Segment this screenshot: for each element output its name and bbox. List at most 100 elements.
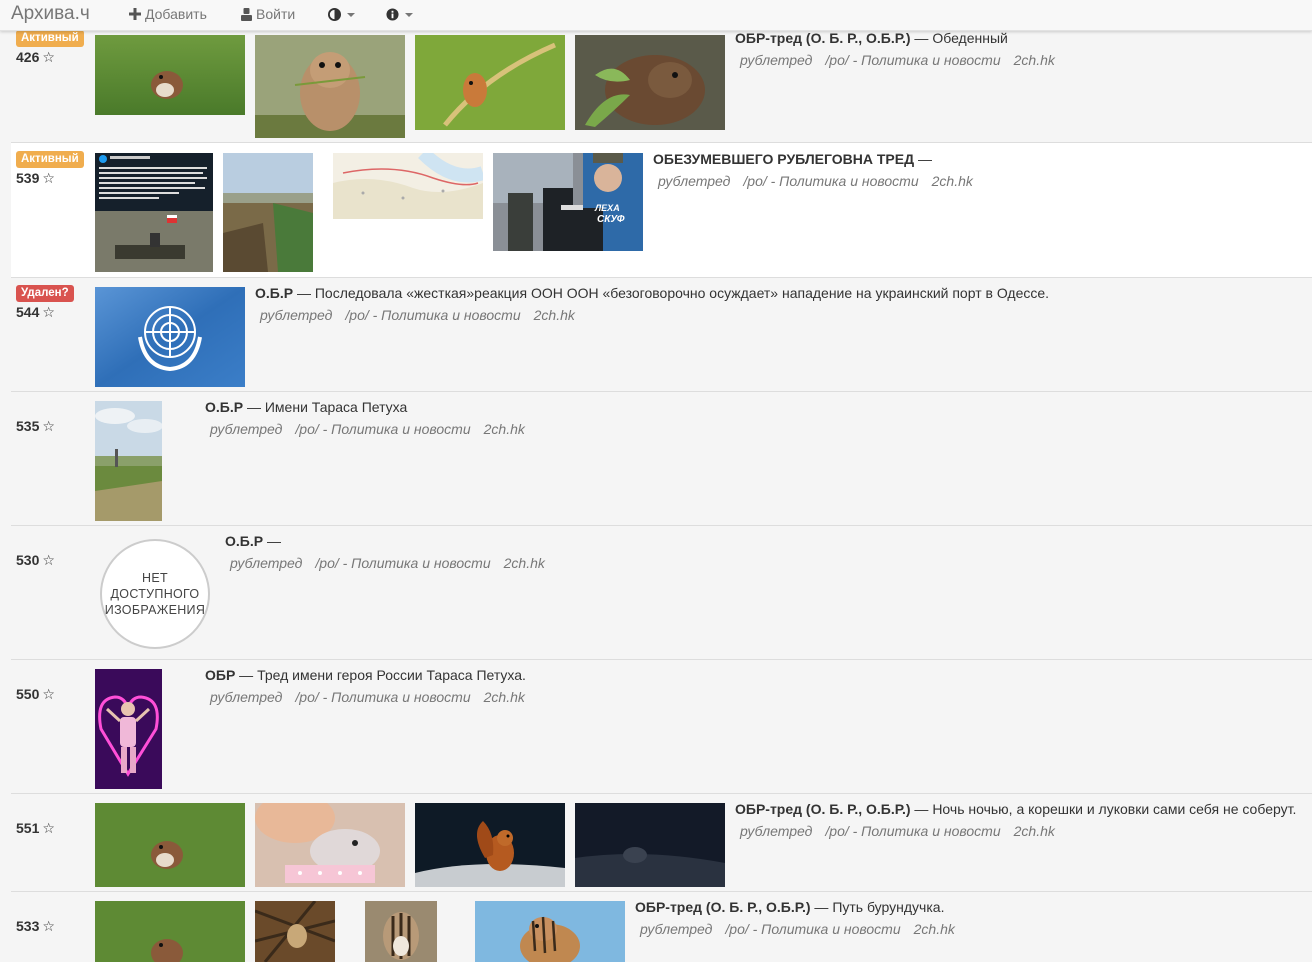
add-button-label: Добавить <box>145 6 207 22</box>
thread-score: 535 ☆ <box>16 418 55 434</box>
star-icon: ☆ <box>42 686 55 702</box>
site-link[interactable]: 2ch.hk <box>484 689 525 705</box>
site-link[interactable]: 2ch.hk <box>1014 52 1055 68</box>
no-image-placeholder: НЕТ ДОСТУПНОГО ИЗОБРАЖЕНИЯ <box>100 539 210 649</box>
thread-title[interactable]: О.Б.Р — <box>225 533 281 549</box>
top-navbar: Архива.ч Добавить Войти <box>0 0 1312 31</box>
thumbnail-chipmunk-on-rock[interactable] <box>475 901 625 962</box>
thread-score: 530 ☆ <box>16 552 55 568</box>
chevron-down-icon <box>347 12 355 17</box>
thread-title[interactable]: О.Б.Р — Имени Тараса Петуха <box>205 399 407 415</box>
thumbnail-soldiers-poster[interactable]: ЛЕХА СКУФ <box>493 153 643 251</box>
thread-tags: рублетред/po/ - Политика и новости 2ch.hk <box>210 689 538 705</box>
contrast-icon <box>328 8 341 21</box>
thread-row[interactable]: 533 ☆ ОБР-тред (О. Б. Р., О.Б.Р.) — Путь … <box>11 892 1312 962</box>
svg-text:СКУФ: СКУФ <box>597 214 625 225</box>
status-badge: Удален? <box>16 285 74 302</box>
site-link[interactable]: 2ch.hk <box>534 307 575 323</box>
tag-link[interactable]: рублетред <box>230 555 302 571</box>
thread-tags: рублетред/po/ - Политика и новости 2ch.hk <box>658 173 986 189</box>
site-link[interactable]: 2ch.hk <box>932 173 973 189</box>
thumbnail-news-tweet-screenshot[interactable] <box>95 153 213 272</box>
thread-title[interactable]: ОБР-тред (О. Б. Р., О.Б.Р.) — Путь бурун… <box>635 899 944 915</box>
star-icon: ☆ <box>42 418 55 434</box>
board-link[interactable]: /po/ - Политика и новости <box>725 921 900 937</box>
thumbnail-hamster-in-hand[interactable] <box>255 803 405 887</box>
site-link[interactable]: 2ch.hk <box>914 921 955 937</box>
thumbnail-squirrel-at-night[interactable] <box>415 803 565 887</box>
thread-title[interactable]: ОБР-тред (О. Б. Р., О.Б.Р.) — Обеденный <box>735 30 1008 46</box>
info-icon <box>386 8 399 21</box>
thumbnail-hamster-on-grass[interactable] <box>95 35 245 115</box>
thread-tags: рублетред/po/ - Политика и новости 2ch.hk <box>640 921 968 937</box>
thumbnail-village-garden[interactable] <box>223 153 313 272</box>
board-link[interactable]: /po/ - Политика и новости <box>825 52 1000 68</box>
thread-row[interactable]: 550 ☆ ОБР — Тред имени героя России Тарас… <box>11 660 1312 794</box>
tag-link[interactable]: рублетред <box>640 921 712 937</box>
board-link[interactable]: /po/ - Политика и новости <box>315 555 490 571</box>
tag-link[interactable]: рублетред <box>740 823 812 839</box>
user-icon <box>241 7 252 21</box>
thread-tags: рублетред/po/ - Политика и новости 2ch.hk <box>210 421 538 437</box>
tag-link[interactable]: рублетред <box>210 421 282 437</box>
info-dropdown[interactable] <box>386 8 413 21</box>
board-link[interactable]: /po/ - Политика и новости <box>345 307 520 323</box>
thread-row[interactable]: Удален? 544 ☆ О.Б.Р — Последовала «жестка… <box>11 278 1312 392</box>
star-icon: ☆ <box>42 49 55 65</box>
status-badge: Активный <box>16 151 84 168</box>
site-link[interactable]: 2ch.hk <box>484 421 525 437</box>
thumbnail-gopher-eating-grass[interactable] <box>255 35 405 138</box>
thread-tags: рублетред/po/ - Политика и новости 2ch.hk <box>230 555 558 571</box>
star-icon: ☆ <box>42 170 55 186</box>
thumbnail-hamster-on-grass[interactable] <box>95 803 245 887</box>
thumbnail-neon-heart-dancer[interactable] <box>95 669 162 789</box>
thumbnail-mouse-on-wheat[interactable] <box>415 35 565 130</box>
plus-icon <box>129 8 141 20</box>
thread-score: 551 ☆ <box>16 820 55 836</box>
tag-link[interactable]: рублетред <box>210 689 282 705</box>
thumbnail-chipmunk-in-branches[interactable] <box>255 901 335 962</box>
tag-link[interactable]: рублетред <box>658 173 730 189</box>
thumbnail-chipmunk-closeup[interactable] <box>365 901 437 962</box>
thread-score: 426 ☆ <box>16 49 55 65</box>
site-link[interactable]: 2ch.hk <box>504 555 545 571</box>
chevron-down-icon <box>405 12 413 17</box>
thread-tags: рублетред/po/ - Политика и новости 2ch.hk <box>740 52 1068 68</box>
star-icon: ☆ <box>42 820 55 836</box>
board-link[interactable]: /po/ - Политика и новости <box>825 823 1000 839</box>
thread-row[interactable]: 535 ☆ О.Б.Р — Имени Тараса Петуха рублетр… <box>11 392 1312 526</box>
star-icon: ☆ <box>42 552 55 568</box>
thread-score: 539 ☆ <box>16 170 55 186</box>
thread-score: 544 ☆ <box>16 304 55 320</box>
site-link[interactable]: 2ch.hk <box>1014 823 1055 839</box>
tag-link[interactable]: рублетред <box>740 52 812 68</box>
thumbnail-beaver-eating-leaves[interactable] <box>575 35 725 130</box>
star-icon: ☆ <box>42 304 55 320</box>
thread-title[interactable]: ОБР-тред (О. Б. Р., О.Б.Р.) — Ночь ночью… <box>735 801 1296 817</box>
theme-dropdown[interactable] <box>328 8 355 21</box>
board-link[interactable]: /po/ - Политика и новости <box>295 421 470 437</box>
board-link[interactable]: /po/ - Политика и новости <box>743 173 918 189</box>
thumbnail-hamster-on-grass[interactable] <box>95 901 245 962</box>
thread-row[interactable]: 551 ☆ ОБР-тред (О. Б. Р., О.Б.Р.) — Ночь … <box>11 794 1312 892</box>
thread-row[interactable]: Активный 539 ☆ ЛЕХА СКУФ ОБЕЗУМЕВШЕГО РУБЛ… <box>11 143 1312 278</box>
thread-title[interactable]: О.Б.Р — Последовала «жесткая»реакция ООН… <box>255 285 1049 301</box>
thumbnail-field-landscape[interactable] <box>95 401 162 521</box>
thread-row[interactable]: 530 ☆ НЕТ ДОСТУПНОГО ИЗОБРАЖЕНИЯ О.Б.Р — ру… <box>11 526 1312 660</box>
tag-link[interactable]: рублетред <box>260 307 332 323</box>
login-button[interactable]: Войти <box>241 6 295 22</box>
status-badge: Активный <box>16 30 84 47</box>
thumbnail-dark-night-animal[interactable] <box>575 803 725 887</box>
login-button-label: Войти <box>256 6 296 22</box>
thread-tags: рублетред/po/ - Политика и новости 2ch.hk <box>260 307 588 323</box>
thread-title[interactable]: ОБЕЗУМЕВШЕГО РУБЛЕГОВНА ТРЕД — <box>653 151 932 167</box>
board-link[interactable]: /po/ - Политика и новости <box>295 689 470 705</box>
brand-logo[interactable]: Архива.ч <box>11 3 90 25</box>
thumbnail-frontline-map[interactable] <box>333 153 483 219</box>
thread-score: 533 ☆ <box>16 918 55 934</box>
thread-tags: рублетред/po/ - Политика и новости 2ch.hk <box>740 823 1068 839</box>
thumbnail-un-flag[interactable] <box>95 287 245 387</box>
star-icon: ☆ <box>42 918 55 934</box>
add-button[interactable]: Добавить <box>129 6 207 22</box>
thread-title[interactable]: ОБР — Тред имени героя России Тараса Пет… <box>205 667 526 683</box>
